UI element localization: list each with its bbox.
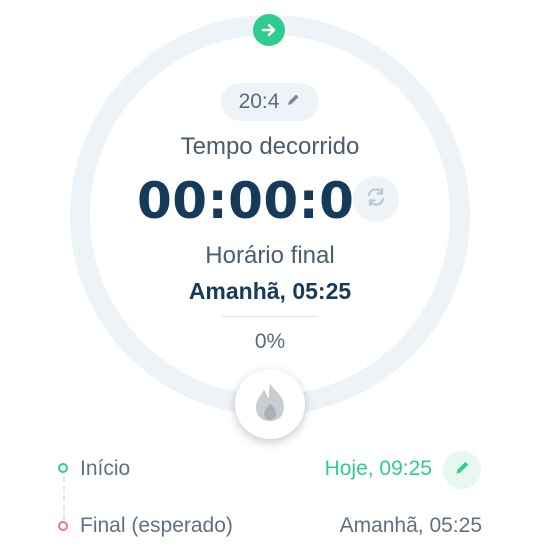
arrow-right-icon[interactable] [253,14,285,46]
progress-percent: 0% [254,330,286,353]
pencil-icon [285,90,301,114]
end-label: Final (esperado) [80,514,233,537]
elapsed-timer: 00:00:06 [137,172,390,230]
end-time-value: Amanhã, 05:25 [188,278,352,304]
pencil-icon [453,459,471,482]
edit-start-button[interactable] [443,451,481,489]
start-label: Início [80,457,131,480]
reset-button[interactable] [353,176,399,222]
end-value: Amanhã, 05:25 [339,514,482,537]
start-value: Hoje, 09:25 [324,457,432,480]
fast-button[interactable] [235,369,305,439]
elapsed-label: Tempo decorrido [180,133,360,160]
start-dot [58,463,68,473]
protocol-selector[interactable]: 20:4 [221,83,319,121]
protocol-label: 20:4 [238,90,280,113]
end-time-label: Horário final [205,242,335,269]
timeline-connector [63,476,65,520]
flame-icon [252,381,288,428]
refresh-icon [364,185,388,214]
end-dot [58,521,68,531]
divider [222,316,318,317]
